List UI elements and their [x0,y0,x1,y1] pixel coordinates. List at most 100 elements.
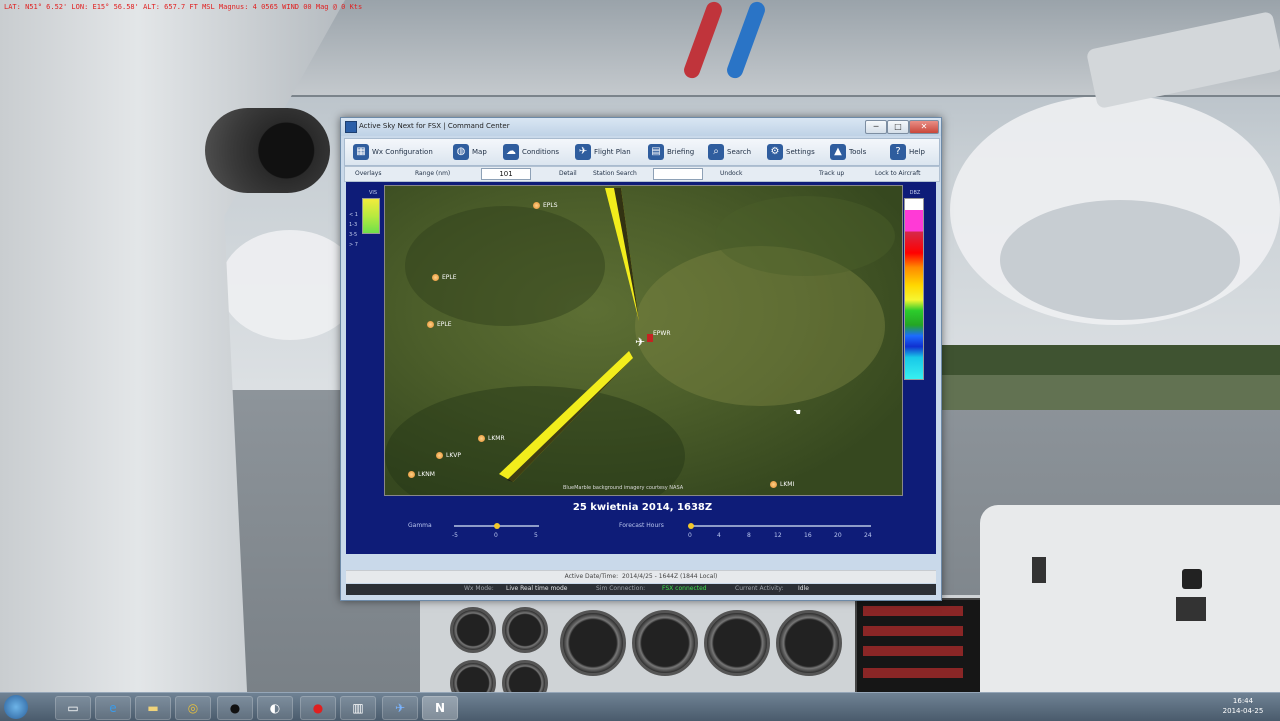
help-button[interactable]: ? Help [890,141,925,163]
forecast-hours-slider-knob[interactable] [688,523,694,529]
imagery-credit: BlueMarble background imagery courtesy N… [563,485,684,491]
forecast-tick: 20 [834,532,842,539]
date-time-label: 25 kwietnia 2014, 1638Z [572,502,713,513]
steam-icon[interactable]: ● [217,696,253,720]
minimize-button[interactable]: ─ [865,120,887,134]
search-button[interactable]: ⌕ Search [708,141,751,163]
airport-lkmi[interactable]: LKMI [770,481,794,488]
map-panel: VIS < 1 1-3 3-5 > 7 EPLS EPLE EPLE EPWR … [346,182,936,554]
explorer-icon[interactable]: ▭ [55,696,91,720]
undock-button[interactable]: Undock [720,169,742,179]
cloud-icon: ☁ [503,144,519,160]
airport-marker-icon [408,471,415,478]
airport-marker-epwr [647,334,653,342]
range-dropdown[interactable]: Range (nm) [415,169,450,179]
button-label: Search [727,148,752,156]
airport-code: EPLE [437,321,452,328]
airspeed-gauge [560,610,626,676]
airport-marker-icon [427,321,434,328]
sim-connection-value: FSX connected [662,585,707,592]
airport-eple-2[interactable]: EPLE [427,321,452,328]
forecast-tick: 0 [688,532,692,539]
airport-lknm[interactable]: LKNM [408,471,435,478]
steam-2-icon[interactable]: ◐ [257,696,293,720]
gamma-slider-knob[interactable] [494,523,500,529]
system-clock[interactable]: 16:44 2014-04-25 [1218,696,1268,716]
asn-command-center-window[interactable]: Active Sky Next for FSX | Command Center… [340,117,942,601]
conditions-button[interactable]: ☁ Conditions [503,141,559,163]
radio-display [863,668,963,678]
gamma-label: Gamma [408,522,432,529]
start-button[interactable] [4,695,28,719]
active-date-bar: Active Date/Time: 2014/4/25 - 1644Z (184… [346,570,936,583]
button-label: Settings [786,148,815,156]
lock-to-aircraft-button[interactable]: Lock to Aircraft [875,169,920,179]
detail-button[interactable]: Detail [559,169,577,179]
airport-lkmr[interactable]: LKMR [478,435,505,442]
chrome-icon[interactable]: ◎ [175,696,211,720]
active-date-label: Active Date/Time: [564,573,619,580]
forecast-tick: 24 [864,532,872,539]
active-date-value: 2014/4/25 - 1644Z (1844 Local) [621,573,718,580]
forecast-hours-slider[interactable] [691,525,871,527]
briefing-button[interactable]: ▤ Briefing [648,141,694,163]
forecast-tick: 12 [774,532,782,539]
range-input[interactable]: 101 [481,168,531,180]
track-up-button[interactable]: Track up [819,169,844,179]
airport-marker-icon [436,452,443,459]
airport-code: LKNM [418,471,435,478]
airport-lkvp[interactable]: LKVP [436,452,461,459]
gamma-tick: 0 [494,532,498,539]
windows-taskbar: ▭ e ▬ ◎ ● ◐ ● ▥ ✈ N 16:44 2014-04-25 [0,692,1280,721]
settings-button[interactable]: ⚙ Settings [767,141,815,163]
title-bar[interactable]: Active Sky Next for FSX | Command Center… [341,118,941,136]
avionics-stack [855,598,984,694]
scale-tick: 1-3 [349,222,358,228]
record-icon[interactable]: ● [300,696,336,720]
wx-configuration-button[interactable]: ▦ Wx Configuration [353,141,433,163]
document-icon: ▤ [648,144,664,160]
map-button[interactable]: ◍ Map [453,141,487,163]
maximize-button[interactable]: □ [887,120,909,134]
fsx-icon[interactable]: ✈ [382,696,418,720]
knob [1182,569,1202,589]
airport-epls[interactable]: EPLS [533,202,558,209]
window-title: Active Sky Next for FSX | Command Center [359,122,510,130]
asn-icon[interactable]: N [422,696,458,720]
precipitation-scale-label: DBZ [909,190,921,196]
tools-icon: ▲ [830,144,846,160]
overlays-dropdown[interactable]: Overlays [355,169,381,179]
cloud [220,230,360,340]
visibility-color-bar [362,198,380,234]
grass [940,375,1280,410]
internet-explorer-icon[interactable]: e [95,696,131,720]
weather-map[interactable]: EPLS EPLE EPLE EPWR LKMR LKVP LKNM LKMI … [384,185,903,496]
attitude-gauge [632,610,698,676]
current-activity-value: Idle [798,585,809,592]
right-panel [980,505,1280,695]
gauge [502,607,548,653]
button-label: Conditions [522,148,560,156]
app-icon[interactable]: ▥ [340,696,376,720]
close-button[interactable]: ✕ [909,120,939,134]
switch [1176,597,1206,621]
airport-marker-icon [432,274,439,281]
airport-epwr[interactable]: EPWR [653,330,671,337]
radio-display [863,606,963,616]
gear-icon: ⚙ [767,144,783,160]
airport-code: LKMR [488,435,505,442]
radio-display [863,646,963,656]
button-label: Help [909,148,925,156]
folder-icon[interactable]: ▬ [135,696,171,720]
map-toolbar: Overlays Range (nm) 101 Detail Station S… [344,166,940,182]
search-icon: ⌕ [708,144,724,160]
calendar-icon: ▦ [353,144,369,160]
station-search-input[interactable] [653,168,703,180]
radio-display [863,626,963,636]
tools-button[interactable]: ▲ Tools [830,141,866,163]
station-search-label: Station Search [593,170,637,177]
flight-plan-button[interactable]: ✈ Flight Plan [575,141,631,163]
help-icon: ? [890,144,906,160]
airport-eple[interactable]: EPLE [432,274,457,281]
wind-arrow-south-shadow [507,358,633,482]
